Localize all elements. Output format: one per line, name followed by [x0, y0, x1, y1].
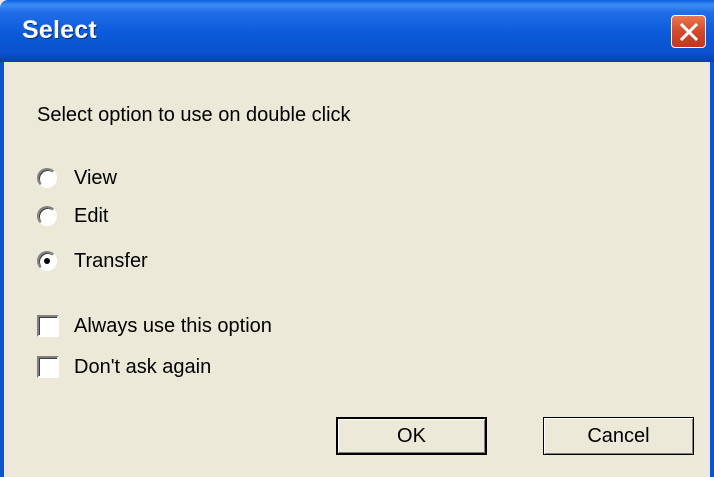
radio-selected-dot — [44, 258, 50, 264]
checkbox-label-dont-ask[interactable]: Don't ask again — [74, 356, 211, 379]
cancel-button[interactable]: Cancel — [543, 417, 694, 455]
select-dialog: Select Select option to use on double cl… — [0, 0, 714, 477]
ok-button[interactable]: OK — [336, 417, 487, 455]
window-frame-right — [710, 62, 714, 477]
checkbox-box-dont-ask[interactable] — [37, 356, 59, 378]
title-bar[interactable]: Select — [0, 0, 714, 62]
radio-label-view[interactable]: View — [74, 167, 117, 190]
close-icon — [680, 23, 698, 41]
radio-button-view[interactable] — [37, 168, 57, 188]
window-frame-left — [0, 62, 4, 477]
dialog-title: Select — [22, 16, 97, 44]
close-button[interactable] — [671, 15, 706, 48]
radio-button-edit[interactable] — [37, 206, 57, 226]
radio-button-transfer[interactable] — [37, 251, 57, 271]
radio-label-transfer[interactable]: Transfer — [74, 250, 148, 273]
prompt-text: Select option to use on double click — [37, 104, 351, 126]
radio-label-edit[interactable]: Edit — [74, 205, 108, 228]
checkbox-box-always-use[interactable] — [37, 315, 59, 337]
checkbox-label-always-use[interactable]: Always use this option — [74, 315, 272, 338]
